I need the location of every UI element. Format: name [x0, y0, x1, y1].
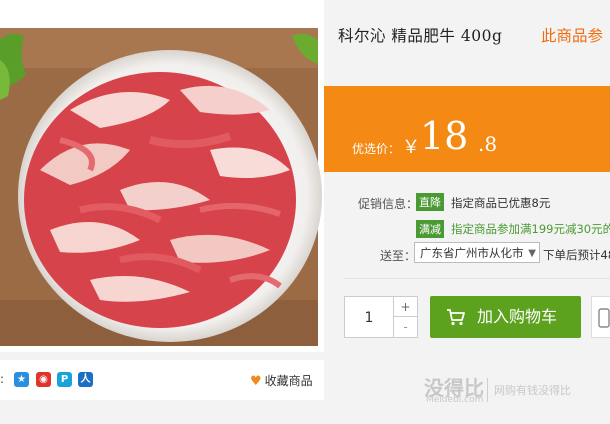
- favorite-label: 收藏商品: [264, 374, 313, 388]
- product-title: 科尔沁 精品肥牛 400g: [338, 27, 503, 45]
- mobile-buy-button[interactable]: [591, 296, 610, 338]
- favorite-button[interactable]: ♥ 收藏商品: [250, 372, 313, 389]
- divider: [344, 278, 610, 279]
- add-to-cart-button[interactable]: 加入购物车: [430, 296, 581, 338]
- add-to-cart-label: 加入购物车: [477, 307, 558, 326]
- renren-icon[interactable]: 人: [78, 372, 93, 387]
- price-integer: 18: [420, 114, 469, 158]
- watermark-domain: Meidebi.com: [426, 395, 484, 405]
- price-label: 优选价：: [352, 142, 401, 156]
- product-image[interactable]: [0, 0, 324, 352]
- region-select[interactable]: 广东省广州市从化市 ▼: [414, 242, 540, 263]
- quantity-input[interactable]: 1: [344, 296, 394, 338]
- phone-icon: [598, 308, 610, 328]
- share-label: :: [0, 372, 5, 386]
- weibo-icon[interactable]: ◉: [36, 372, 51, 387]
- chevron-down-icon: ▼: [528, 248, 536, 259]
- promo-text-discount: 指定商品已优惠8元: [451, 196, 551, 210]
- cart-icon: [447, 309, 465, 326]
- qzone-icon[interactable]: ★: [14, 372, 29, 387]
- ship-to-label: 送至：: [380, 249, 417, 263]
- price-band: 优选价： ￥ 18 .8: [324, 86, 610, 172]
- watermark-slogan: 网购有钱没得比: [494, 384, 571, 397]
- pengyou-icon[interactable]: P: [57, 372, 72, 387]
- quantity-increase-button[interactable]: +: [394, 296, 418, 317]
- share-bar: : ★ ◉ P 人 ♥ 收藏商品: [0, 360, 324, 400]
- title-promo-text: 此商品参: [541, 27, 604, 45]
- promo-link-full-reduction[interactable]: 指定商品参加满199元减30元的: [451, 221, 610, 237]
- promo-tag-full-reduction: 满减: [416, 220, 444, 238]
- heart-icon: ♥: [250, 374, 262, 389]
- quantity-decrease-button[interactable]: -: [394, 317, 418, 338]
- price-decimal: .8: [478, 132, 498, 156]
- promotion-label: 促销信息：: [358, 197, 419, 211]
- promo-tag-discount: 直降: [416, 193, 444, 211]
- currency-symbol: ￥: [402, 137, 420, 158]
- delivery-estimate: 下单后预计48: [543, 248, 610, 262]
- region-value: 广东省广州市从化市: [420, 246, 524, 260]
- watermark-divider: [487, 378, 488, 402]
